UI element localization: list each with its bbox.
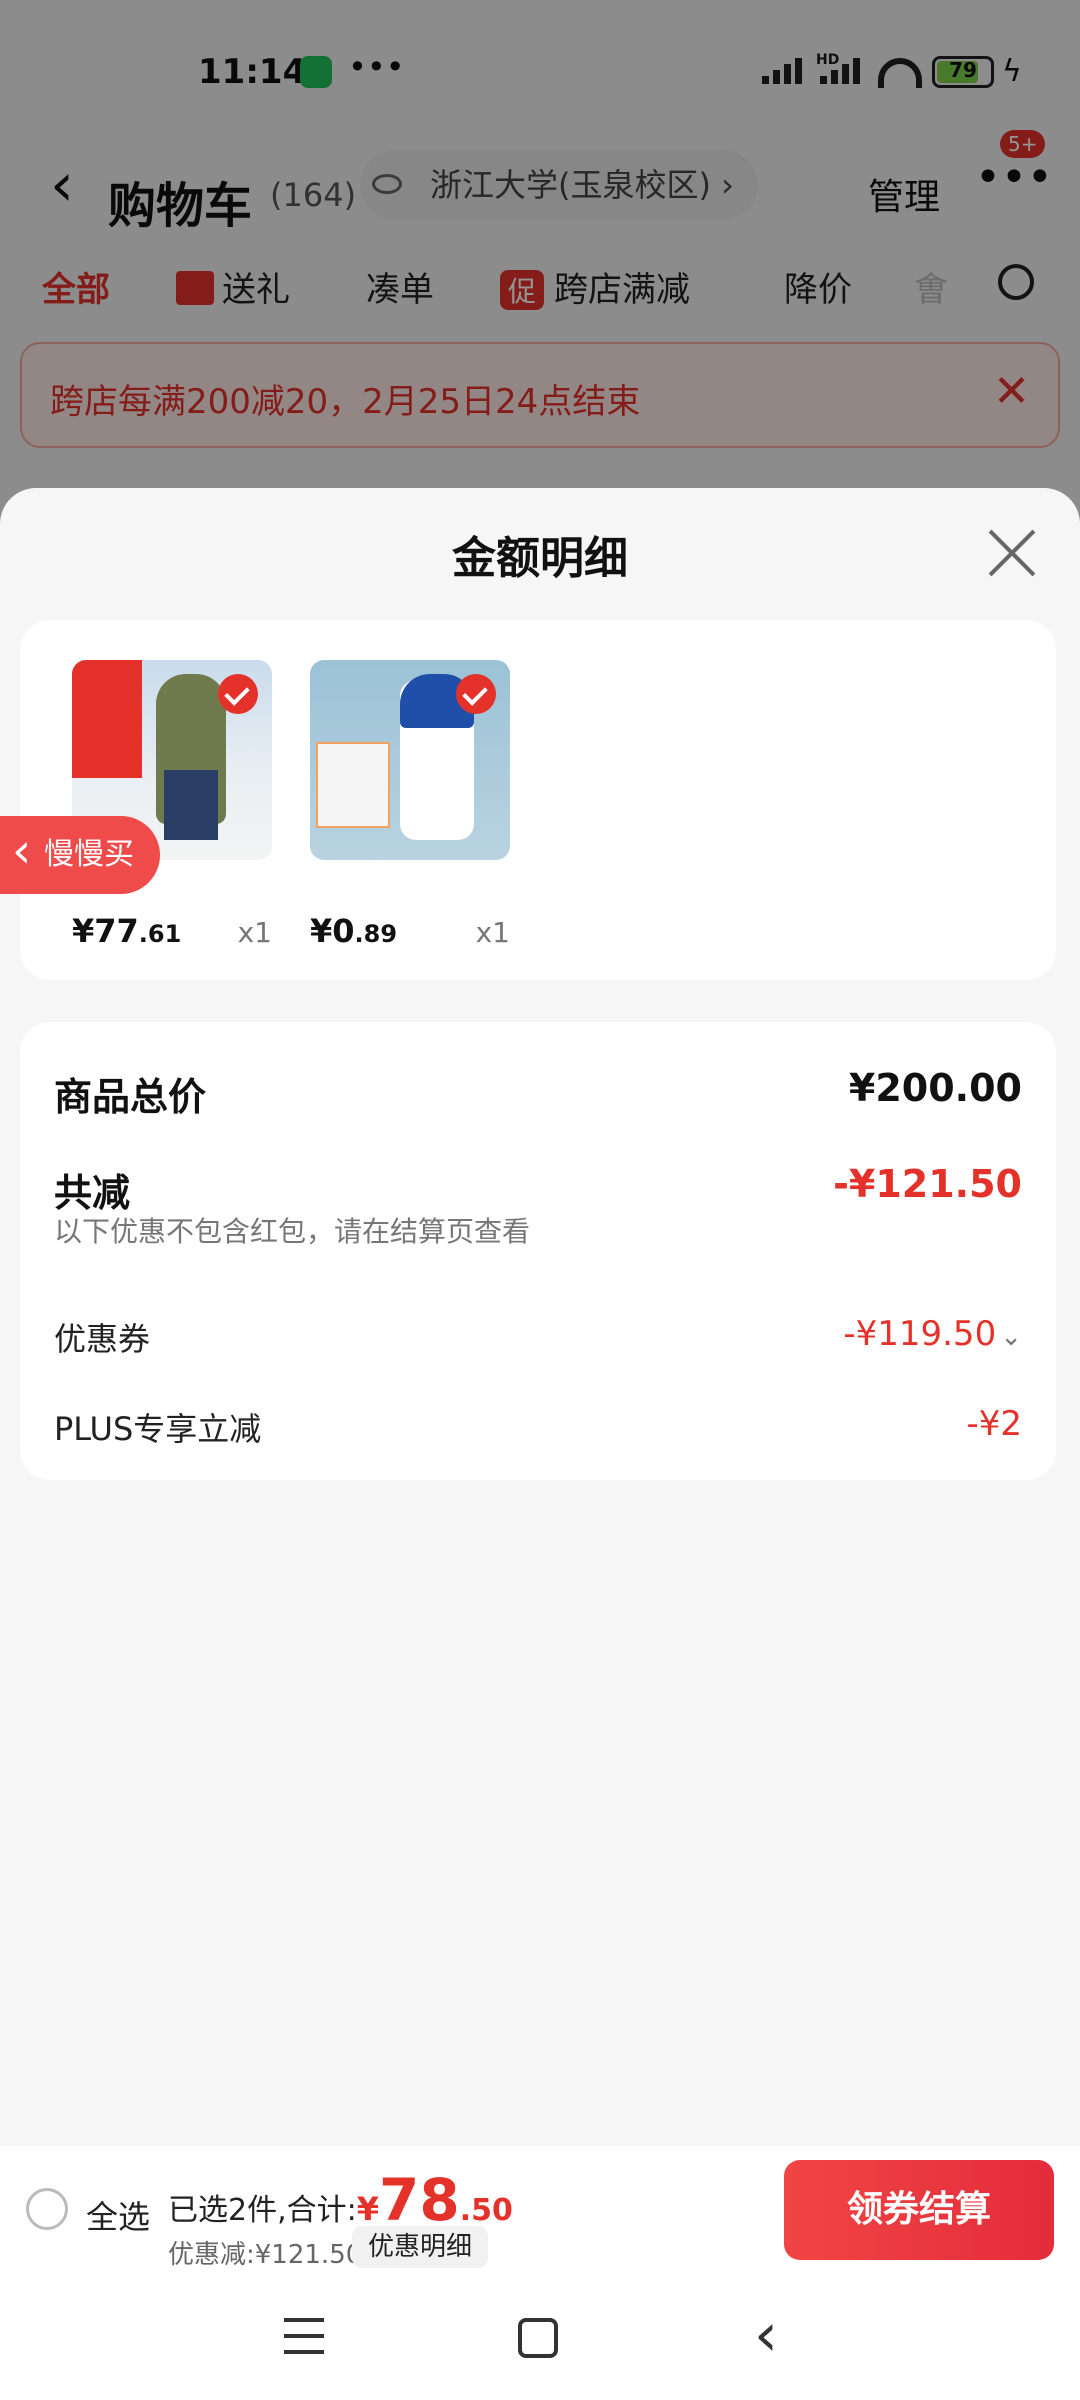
tab-cross-store[interactable]: 促跨店满减 [500,262,690,311]
plus-value: -¥2 [966,1404,1022,1444]
close-icon[interactable] [988,528,1038,578]
total-label: 商品总价 [54,1075,207,1119]
nav-back-icon[interactable]: ‹ [754,2300,778,2370]
more-notifications-icon: ••• [348,48,405,86]
tab-all[interactable]: 全部 [42,262,110,311]
search-icon[interactable] [998,264,1034,300]
charging-icon: ϟ [1002,54,1022,89]
signal-icon [762,58,802,84]
back-icon[interactable]: ‹ [50,150,74,220]
sheet-title: 金额明细 [452,533,628,584]
battery-icon: 79 [932,56,994,88]
product-item[interactable]: ¥0.89 x1 [310,660,510,950]
amount-detail-sheet: 金额明细 ¥77.61 x1 ¥0.89 x1 慢慢买 商品总价 ¥200.00… [0,488,1080,2400]
coupon-label: 优惠券 [54,1320,151,1358]
wechat-notification-icon [300,56,332,88]
product-price: ¥77.61 [72,912,181,950]
tab-partial[interactable]: 㑹 [914,262,948,311]
discount-text: 优惠减:¥121.50 [168,2240,363,2270]
location-arrow-icon: › [721,166,734,204]
total-value: ¥200.00 [848,1066,1022,1110]
tab-bundle[interactable]: 凑单 [366,262,434,311]
gift-icon [176,271,214,305]
selected-text: 已选2件,合计: [168,2193,357,2228]
tab-cross-store-label: 跨店满减 [554,270,691,310]
eye-icon [372,174,402,194]
banner-text: 跨店每满200减20，2月25日24点结束 [50,382,641,422]
checkout-bar: 全选 已选2件,合计:¥78.50 优惠减:¥121.50 优惠明细 领券结算 [0,2146,1080,2276]
amount-decimal: .50 [459,2193,513,2228]
menu-icon[interactable] [284,2318,324,2354]
battery-level: 79 [949,58,977,82]
message-badge: 5+ [1000,130,1046,158]
discount-detail-button[interactable]: 优惠明细 [352,2226,489,2268]
coupon-amount: -¥119.50 [843,1314,997,1354]
location-text: 浙江大学(玉泉校区) [430,166,711,204]
select-all-checkbox[interactable] [26,2188,68,2230]
product-list: ¥77.61 x1 ¥0.89 x1 [20,620,1056,980]
promo-banner: 跨店每满200减20，2月25日24点结束 ✕ [20,342,1060,448]
tab-gift-label: 送礼 [222,270,290,310]
more-icon[interactable]: ••• [975,152,1053,203]
plus-label: PLUS专享立减 [54,1410,262,1448]
slow-buy-button[interactable]: 慢慢买 [0,812,160,894]
product-image-glue [310,660,510,860]
chevron-down-icon: ⌄ [1000,1322,1022,1352]
filter-tabs: 全部 送礼 凑单 促跨店满减 降价 㑹 [0,250,1080,320]
checked-icon [456,674,496,714]
cart-header: ‹ 购物车 (164) 浙江大学(玉泉校区) › 管理 ••• 5+ [0,130,1080,250]
reduce-label: 共减 [54,1171,131,1215]
checkout-button[interactable]: 领券结算 [784,2160,1054,2260]
price-decimal: .61 [138,920,182,948]
product-quantity: x1 [237,916,272,949]
clock: 11:14 [198,52,307,92]
reduce-note: 以下优惠不包含红包，请在结算页查看 [54,1215,531,1248]
select-all-label[interactable]: 全选 [86,2192,150,2238]
selected-summary: 已选2件,合计:¥78.50 [168,2166,513,2234]
coupon-value: -¥119.50 ⌄ [843,1314,1022,1354]
promo-tag-icon: 促 [500,270,545,310]
tab-gift[interactable]: 送礼 [176,262,290,311]
system-nav-bar: ‹ [0,2276,1080,2400]
price-summary: 商品总价 ¥200.00 共减 -¥121.50 以下优惠不包含红包，请在结算页… [20,1022,1056,1480]
banner-close-icon[interactable]: ✕ [993,366,1030,417]
checked-icon [218,674,258,714]
product-price: ¥0.89 [310,912,397,950]
hd-label: HD [816,52,840,68]
price-integer: ¥77 [72,912,139,950]
status-bar: 11:14 ••• HD 79 ϟ [0,0,1080,130]
currency-symbol: ¥ [356,2190,379,2228]
home-icon[interactable] [518,2318,558,2358]
price-integer: ¥0 [310,912,355,950]
product-quantity: x1 [475,916,510,949]
page-title: 购物车 [108,178,253,234]
cart-count: (164) [270,176,357,214]
tab-price-drop[interactable]: 降价 [784,262,852,311]
price-decimal: .89 [354,920,398,948]
delivery-location[interactable]: 浙江大学(玉泉校区) › [360,150,758,220]
amount-integer: 78 [379,2166,460,2234]
reduce-value: -¥121.50 [833,1162,1022,1206]
manage-button[interactable]: 管理 [868,168,940,220]
wifi-icon [878,58,922,88]
